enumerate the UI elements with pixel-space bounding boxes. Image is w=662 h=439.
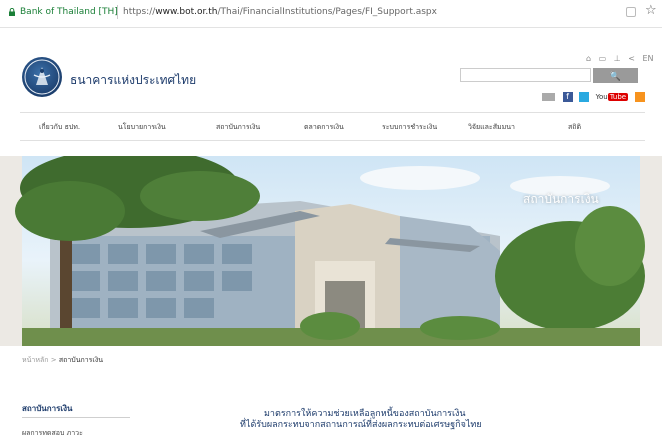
bank-name[interactable]: ธนาคารแห่งประเทศไทย bbox=[70, 71, 196, 90]
twitter-icon[interactable] bbox=[579, 92, 590, 102]
sidebar-item-stress-test[interactable]: ผลการทดสอบ ภาวะ bbox=[22, 428, 83, 439]
address-divider bbox=[117, 5, 118, 19]
nav-item-monetary-policy[interactable]: นโยบายการเงิน bbox=[118, 122, 166, 133]
nav-item-financial-institutions[interactable]: สถาบันการเงิน bbox=[216, 122, 260, 133]
sidebar-divider bbox=[22, 417, 130, 418]
extension-icon[interactable] bbox=[626, 7, 636, 17]
banner: สถาบันการเงิน bbox=[0, 156, 662, 346]
search-button[interactable]: 🔍 bbox=[593, 68, 638, 83]
sitemap-icon[interactable]: ⊥ bbox=[614, 54, 621, 63]
bookmark-star-icon[interactable]: ☆ bbox=[645, 3, 657, 18]
search-input[interactable] bbox=[460, 68, 591, 82]
sidebar-title[interactable]: สถาบันการเงิน bbox=[22, 402, 73, 415]
utility-icons: ⌂ ▭ ⊥ < EN bbox=[586, 54, 659, 63]
share-icon[interactable]: < bbox=[628, 54, 635, 63]
breadcrumb-current: สถาบันการเงิน bbox=[58, 356, 104, 364]
site-identity[interactable]: Bank of Thailand [TH] bbox=[20, 7, 118, 17]
mail-icon[interactable] bbox=[542, 93, 555, 101]
lock-icon bbox=[9, 8, 15, 16]
page: ธนาคารแห่งประเทศไทย ⌂ ▭ ⊥ < EN 🔍 f You Tu… bbox=[0, 28, 662, 439]
social-links: f You Tube bbox=[542, 92, 645, 102]
breadcrumb: หน้าหลัก > สถาบันการเงิน bbox=[22, 355, 103, 366]
youtube-icon[interactable]: You Tube bbox=[596, 92, 629, 102]
breadcrumb-separator: > bbox=[50, 356, 57, 364]
address-bar[interactable]: Bank of Thailand [TH] https://www.bot.or… bbox=[0, 0, 662, 28]
building-photo bbox=[0, 156, 662, 346]
nav-item-payment-systems[interactable]: ระบบการชำระเงิน bbox=[382, 122, 437, 133]
url-text[interactable]: https://www.bot.or.th/Thai/FinancialInst… bbox=[123, 7, 437, 17]
nav-item-financial-markets[interactable]: ตลาดการเงิน bbox=[304, 122, 344, 133]
banner-title: สถาบันการเงิน bbox=[523, 192, 599, 206]
garuda-emblem-icon bbox=[24, 59, 60, 95]
rss-icon[interactable] bbox=[634, 92, 645, 102]
print-icon[interactable]: ▭ bbox=[599, 54, 607, 63]
lang-link[interactable]: EN bbox=[643, 54, 654, 63]
bot-logo[interactable] bbox=[22, 57, 62, 97]
home-icon[interactable]: ⌂ bbox=[586, 54, 591, 63]
breadcrumb-home[interactable]: หน้าหลัก bbox=[22, 356, 48, 364]
main-nav: เกี่ยวกับ ธปท. นโยบายการเงิน สถาบันการเง… bbox=[20, 112, 645, 141]
facebook-icon[interactable]: f bbox=[562, 92, 573, 102]
nav-item-research[interactable]: วิจัยและสัมมนา bbox=[468, 122, 515, 133]
nav-item-statistics[interactable]: สถิติ bbox=[568, 122, 581, 133]
page-title-line2: ที่ได้รับผลกระทบจากสถานการณ์ที่ส่งผลกระท… bbox=[240, 420, 482, 430]
nav-item-about[interactable]: เกี่ยวกับ ธปท. bbox=[39, 122, 80, 133]
